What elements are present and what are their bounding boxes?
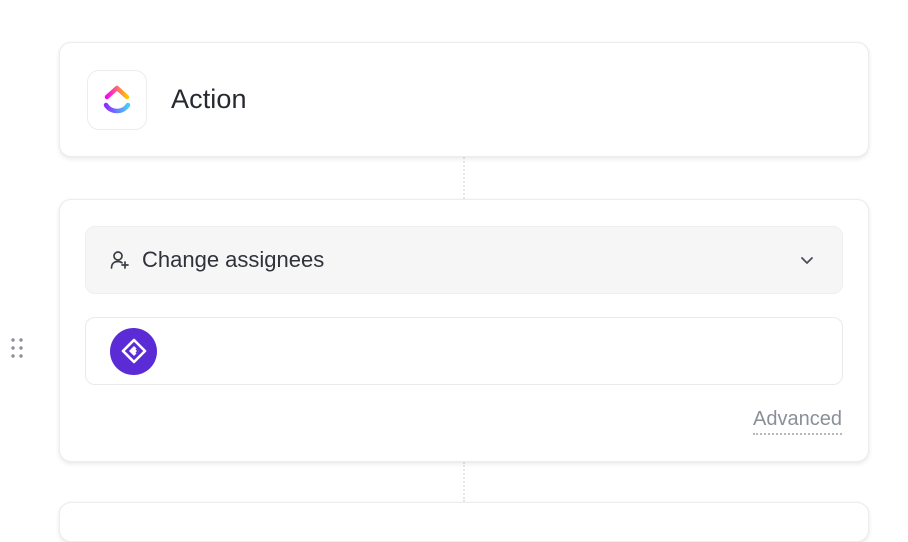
connector-line — [463, 157, 465, 199]
assignee-avatar[interactable] — [110, 327, 157, 375]
action-config-card: Change assignees Advanced — [59, 199, 869, 462]
action-type-label: Change assignees — [142, 247, 325, 272]
action-type-select[interactable]: Change assignees — [85, 226, 843, 294]
clickup-logo-icon — [103, 85, 131, 113]
integration-avatar-icon — [121, 338, 146, 364]
app-logo — [87, 69, 147, 130]
connector-line — [463, 462, 465, 502]
chevron-down-icon — [801, 257, 813, 264]
assignee-field[interactable] — [85, 317, 843, 385]
user-add-icon — [110, 250, 130, 270]
page-title: Action — [171, 84, 247, 114]
advanced-link[interactable]: Advanced — [753, 408, 842, 435]
action-header-card: Action — [59, 42, 869, 157]
drag-handle-icon[interactable] — [10, 337, 24, 359]
next-step-card[interactable] — [59, 502, 869, 542]
